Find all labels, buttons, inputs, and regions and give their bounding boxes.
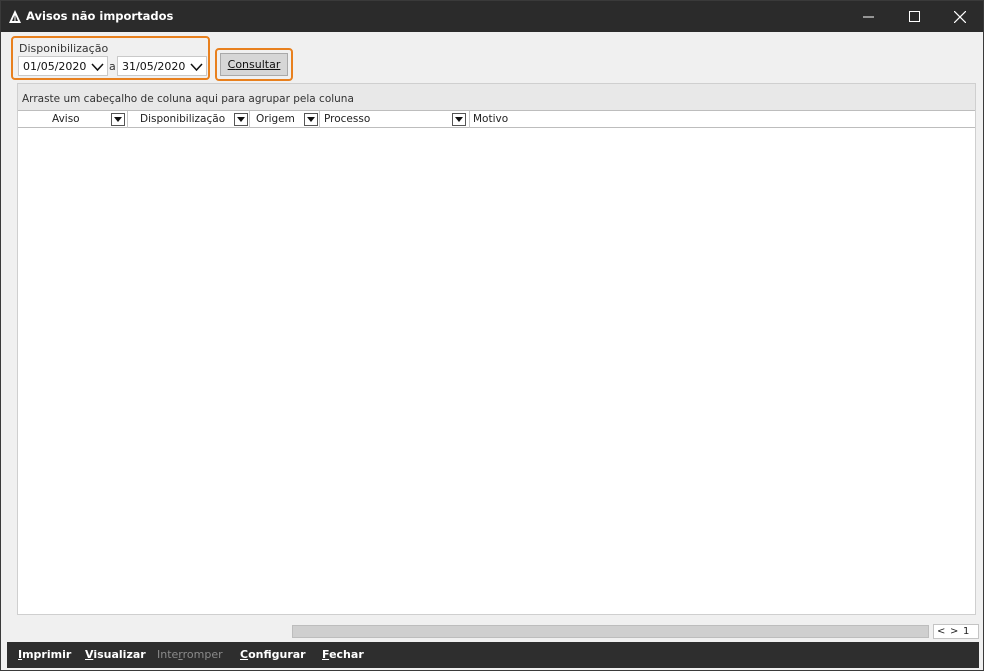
results-grid[interactable]: Arraste um cabeçalho de coluna aqui para… [17, 83, 976, 615]
column-header-disponibilizacao[interactable]: Disponibilização [128, 111, 250, 128]
interromper-button[interactable]: Interromper [157, 648, 223, 661]
filter-dropdown-icon[interactable] [304, 113, 318, 126]
date-from-picker[interactable]: 01/05/2020 [18, 56, 108, 76]
app-logo-icon [9, 10, 21, 23]
filter-dropdown-icon[interactable] [111, 113, 125, 126]
close-button[interactable] [937, 1, 983, 32]
chevron-down-icon[interactable] [91, 61, 104, 73]
consultar-highlight: Consultar [215, 48, 293, 81]
maximize-button[interactable] [891, 1, 937, 32]
configurar-key: C [240, 648, 249, 661]
window: Avisos não importados Disponibilização 0… [0, 0, 984, 671]
horizontal-scrollbar[interactable] [292, 625, 929, 638]
date-to-picker[interactable]: 31/05/2020 [117, 56, 207, 76]
interromper-rest: romper [182, 648, 223, 661]
fechar-rest: echar [329, 648, 364, 661]
close-icon [954, 10, 966, 23]
column-header-processo[interactable]: Processo [320, 111, 470, 128]
filter-dropdown-icon[interactable] [452, 113, 466, 126]
column-label: Processo [324, 113, 371, 125]
chevron-down-icon[interactable] [190, 61, 203, 73]
title-bar[interactable]: Avisos não importados [1, 1, 983, 32]
consultar-button[interactable]: Consultar [220, 53, 288, 76]
column-label: Motivo [473, 113, 509, 125]
consultar-label-rest: onsultar [235, 58, 281, 71]
date-to-value: 31/05/2020 [122, 60, 186, 73]
maximize-icon [908, 11, 920, 22]
filter-dropdown-icon[interactable] [234, 113, 248, 126]
column-label: Aviso [52, 113, 80, 125]
visualizar-button[interactable]: Visualizar [85, 648, 146, 661]
column-header-origem[interactable]: Origem [250, 111, 320, 128]
imprimir-rest: mprimir [22, 648, 72, 661]
page-number: 1 [963, 626, 970, 637]
bottom-toolbar: Imprimir Visualizar Interromper Configur… [7, 642, 979, 668]
date-separator: a [109, 60, 116, 73]
pager: < > 1 [933, 624, 979, 639]
fechar-button[interactable]: Fechar [322, 648, 364, 661]
group-by-hint: Arraste um cabeçalho de coluna aqui para… [22, 93, 354, 105]
window-title: Avisos não importados [26, 9, 174, 23]
column-label: Disponibilização [140, 113, 226, 125]
column-header-aviso[interactable]: Aviso [18, 111, 128, 128]
group-by-panel[interactable]: Arraste um cabeçalho de coluna aqui para… [18, 84, 975, 110]
column-label: Origem [256, 113, 295, 125]
minimize-icon [862, 16, 874, 18]
minimize-button[interactable] [845, 1, 891, 32]
date-filter-group: Disponibilização 01/05/2020 a 31/05/2020 [11, 36, 210, 80]
prev-page-button[interactable]: < [937, 626, 945, 637]
column-header-motivo[interactable]: Motivo [470, 111, 975, 128]
column-header-row: Aviso Disponibilização Origem Processo M… [18, 110, 975, 128]
next-page-button[interactable]: > [950, 626, 958, 637]
imprimir-button[interactable]: Imprimir [18, 648, 71, 661]
interromper-pre: Inte [157, 648, 179, 661]
configurar-rest: onfigurar [248, 648, 306, 661]
filter-label: Disponibilização [19, 42, 109, 55]
date-from-value: 01/05/2020 [23, 60, 87, 73]
configurar-button[interactable]: Configurar [240, 648, 306, 661]
visualizar-rest: isualizar [93, 648, 146, 661]
